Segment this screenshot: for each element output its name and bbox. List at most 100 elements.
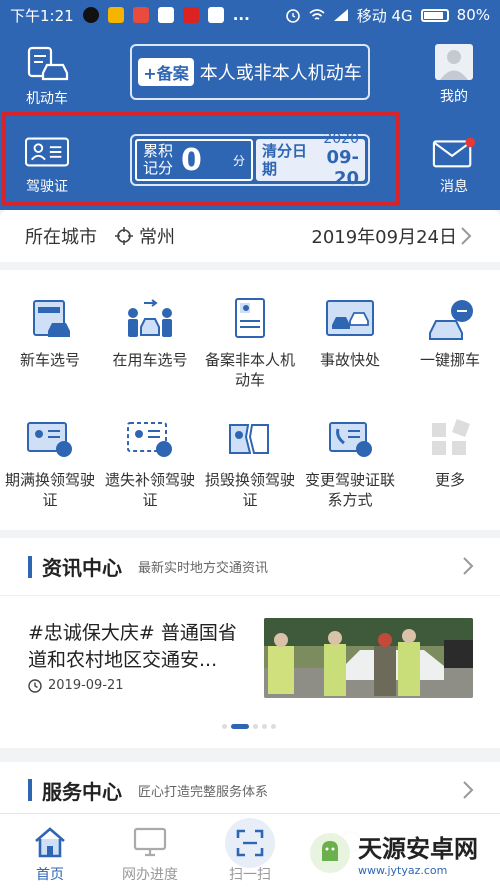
service-accident[interactable]: 事故快处 [300,296,400,370]
news-app-icon [182,7,199,23]
used-car-plate-icon [126,296,174,342]
service-center-header[interactable]: 服务中心 匠心打造完整服务体系 [0,762,500,818]
scan-icon [200,818,300,868]
news-title: 资讯中心 [42,556,122,580]
service-license-damaged[interactable]: 损毁换领驾驶证 [200,416,300,510]
service-grid: 新车选号 在用车选号 备案非本人机动车 事故快处 一键挪车 期满换领驾驶证 遗失… [0,270,500,530]
city-row[interactable]: 所在城市 常州 2019年09月24日 [0,210,500,262]
chevron-right-icon [463,557,474,575]
service-license-renew[interactable]: 期满换领驾驶证 [0,416,100,510]
service-contact-change[interactable]: 变更驾驶证联系方式 [300,416,400,510]
service-new-car-plate[interactable]: 新车选号 [0,296,100,370]
service-label: 备案非本人机动车 [204,351,295,389]
message-button[interactable]: 消息 [419,132,489,196]
status-time: 下午1:21 [10,6,74,25]
service-label: 期满换领驾驶证 [4,471,95,509]
accident-icon [326,296,374,342]
city-selector[interactable]: 常州 [115,223,175,249]
news-header[interactable]: 资讯中心 最新实时地方交通资讯 [0,538,500,596]
service-used-car-plate[interactable]: 在用车选号 [100,296,200,370]
news-section: 资讯中心 最新实时地方交通资讯 #忠诚保大庆# 普通国省道和农村地区交通安...… [0,538,500,748]
news-subtitle: 最新实时地方交通资讯 [138,561,269,576]
app2-icon [207,7,224,23]
battery-icon [420,8,449,22]
license-damaged-icon [226,416,274,462]
watermark-logo [310,833,350,873]
tab-home[interactable]: 首页 [0,824,100,884]
city-name: 常州 [139,227,175,248]
service-center-subtitle: 匠心打造完整服务体系 [138,784,269,800]
score-value: 0 [181,142,202,178]
car-doc-icon [25,44,69,84]
service-move-car[interactable]: 一键挪车 [400,296,500,370]
news-date-text: 2019-09-21 [48,678,124,693]
service-label: 事故快处 [319,351,380,369]
carrier-label: 移动 4G [356,6,413,25]
wifi-icon [309,9,325,20]
notes-icon [107,7,124,23]
vehicle-label: 机动车 [26,91,68,107]
monitor-icon [100,824,200,860]
service-label: 变更驾驶证联系方式 [304,471,395,509]
news-date: 2019-09-21 [28,678,124,693]
signal-icon [333,9,348,21]
mail-icon [432,132,476,172]
tab-label: 网办进度 [122,867,178,883]
register-vehicle-banner[interactable]: +备案 本人或非本人机动车 [130,44,370,100]
mine-label: 我的 [440,89,468,105]
clear-date: 09-20 [326,147,359,189]
score-panel[interactable]: 累积记分 0 分 清分日期 2020 09-20 [130,131,370,189]
more-icon [426,416,474,462]
chevron-right-icon [463,781,474,799]
clear-label: 清分日期 [262,142,308,178]
register-tag: +备案 [138,58,194,86]
register-banner-text: 本人或非本人机动车 [199,63,362,84]
service-license-lost[interactable]: 遗失补领驾驶证 [100,416,200,510]
service-center-title: 服务中心 [42,779,122,804]
header: 下午1:21 ... 移动 4G 80% 机动车 驾驶证 +备案 本人或非本人机… [0,0,500,210]
license-renew-icon [26,416,74,462]
app58-icon [132,7,149,23]
city-row-label: 所在城市 [25,227,97,248]
move-car-icon [426,296,474,342]
tab-label: 首页 [36,867,64,883]
clear-year: 2020 [323,131,359,147]
contact-change-icon [326,416,374,462]
app-icon [157,7,174,23]
score-unit: 分 [232,153,245,168]
watermark-name: 天源安卓网 [358,835,478,863]
service-register-vehicle[interactable]: 备案非本人机动车 [200,296,300,390]
register-vehicle-icon [226,296,274,342]
locate-icon [115,227,133,245]
news-photo[interactable] [264,618,473,698]
news-headline[interactable]: #忠诚保大庆# 普通国省道和农村地区交通安... [28,620,248,674]
carousel-dots[interactable] [222,724,276,729]
battery-level: 80% [456,6,490,24]
license-lost-icon [126,416,174,462]
current-date: 2019年09月24日 [311,227,457,248]
score-label: 累积记分 [143,142,174,177]
service-label: 损毁换领驾驶证 [204,471,295,509]
message-label: 消息 [440,179,468,195]
home-icon [0,824,100,860]
new-car-plate-icon [26,296,74,342]
watermark-url: www.jytyaz.com [358,864,448,877]
section-bar [28,779,32,801]
watermark: 天源安卓网 www.jytyaz.com [300,818,500,888]
tab-scan[interactable]: 扫一扫 [200,818,300,884]
avatar [432,42,476,82]
service-label: 遗失补领驾驶证 [104,471,195,509]
service-label: 更多 [434,471,465,489]
vehicle-button[interactable]: 机动车 [12,44,82,108]
tab-progress[interactable]: 网办进度 [100,824,200,884]
mine-button[interactable]: 我的 [419,42,489,106]
service-label: 新车选号 [19,351,80,369]
alarm-icon [285,9,300,23]
service-label: 一键挪车 [419,351,480,369]
bottom-tab-bar: 首页 网办进度 扫一扫 天源安卓网 www.jytyaz.com [0,813,500,888]
qq-icon [82,7,99,23]
service-more[interactable]: 更多 [400,416,500,490]
clock-icon [28,678,42,693]
service-label: 在用车选号 [112,351,188,369]
more-notifications-icon: ... [232,6,250,24]
